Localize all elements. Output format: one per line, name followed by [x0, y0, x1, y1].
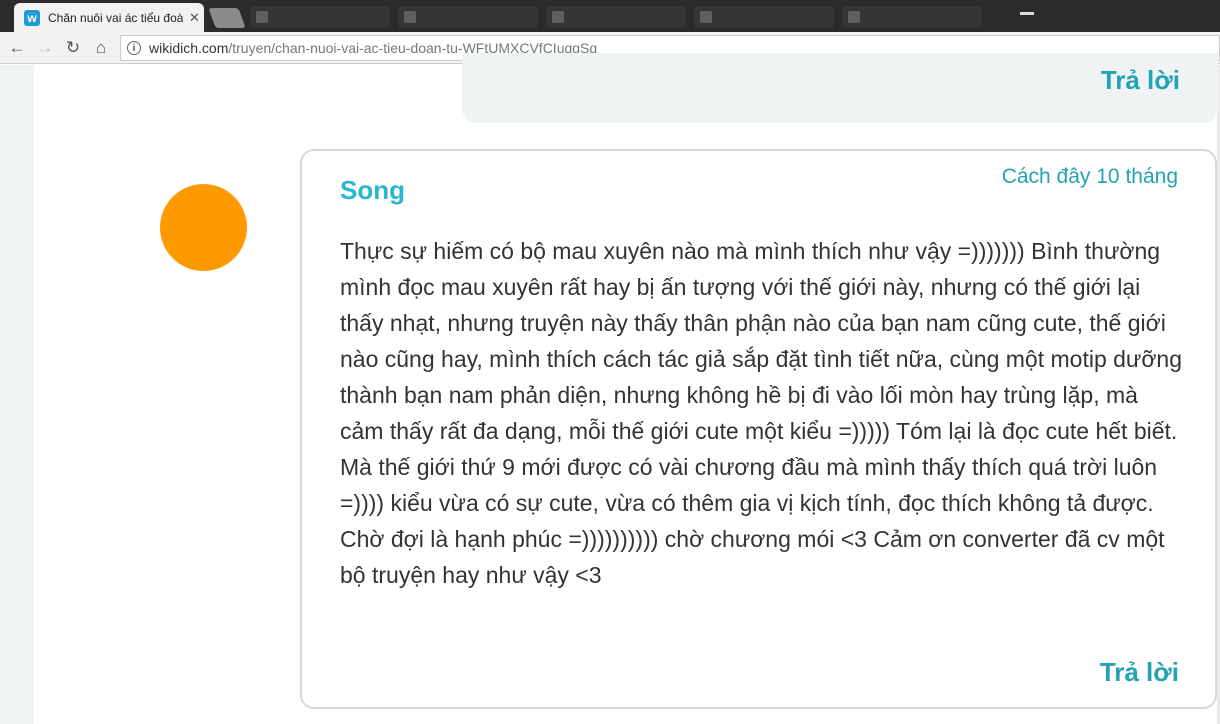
previous-comment-card: Trả lời: [462, 53, 1218, 123]
background-tab[interactable]: [842, 6, 982, 28]
tab-title: Chăn nuôi vai ác tiểu đoà: [48, 10, 183, 25]
browser-tabstrip: w Chăn nuôi vai ác tiểu đoà ✕: [0, 0, 1220, 32]
home-icon[interactable]: ⌂: [90, 37, 112, 59]
page-content: Trả lời Song Cách đây 10 tháng Thực sự h…: [0, 53, 1220, 724]
site-info-icon[interactable]: i: [127, 41, 141, 55]
left-rail: [0, 65, 34, 724]
wikidich-favicon-icon: w: [24, 9, 40, 26]
comment-author[interactable]: Song: [340, 175, 405, 206]
close-tab-icon[interactable]: ✕: [189, 10, 200, 26]
back-arrow-icon[interactable]: ←: [6, 37, 28, 59]
reply-button[interactable]: Trả lời: [1101, 65, 1180, 96]
url-host: wikidich.com: [149, 40, 229, 56]
browser-tab-active[interactable]: w Chăn nuôi vai ác tiểu đoà ✕: [14, 3, 204, 32]
reply-button[interactable]: Trả lời: [1100, 657, 1179, 688]
forward-arrow-icon[interactable]: →: [34, 37, 56, 59]
background-tab[interactable]: [250, 6, 390, 28]
avatar: [160, 184, 247, 271]
comment-timestamp: Cách đây 10 tháng: [1001, 165, 1178, 188]
reload-icon[interactable]: ↻: [62, 37, 84, 59]
background-tab[interactable]: [694, 6, 834, 28]
window-minimize-icon[interactable]: [1020, 12, 1034, 15]
new-tab-button[interactable]: [208, 8, 246, 28]
comment-card: Song Cách đây 10 tháng Thực sự hiếm có b…: [300, 149, 1217, 709]
comment-body: Thực sự hiếm có bộ mau xuyên nào mà mình…: [340, 238, 1182, 588]
background-tab[interactable]: [546, 6, 686, 28]
background-tab[interactable]: [398, 6, 538, 28]
